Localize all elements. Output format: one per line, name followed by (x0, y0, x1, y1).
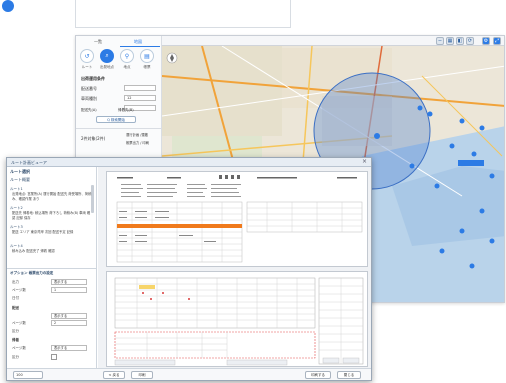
option-label: 区分 (12, 329, 19, 333)
plan-link[interactable]: 運行計画 /運搬 (126, 132, 148, 137)
close-button[interactable]: 閉じる (337, 371, 361, 379)
options-heading: オプション 帳票出力の設定 (10, 271, 54, 275)
route-icon[interactable]: ↺ (80, 49, 94, 63)
option-label: 日付 (12, 296, 19, 300)
option-select[interactable]: 表示する (51, 279, 87, 285)
option-label: 配送 (12, 306, 19, 310)
grid-icon[interactable]: ▦ (446, 37, 454, 45)
option-input[interactable]: 1 (51, 287, 87, 293)
option-select[interactable]: 表示する (51, 345, 87, 351)
close-icon[interactable]: × (361, 159, 368, 166)
back-button[interactable]: < 戻る (103, 371, 125, 379)
settings-icon[interactable]: ⚙ (482, 37, 490, 45)
option-label: ページ数 (12, 321, 26, 325)
app-logo-icon (2, 0, 14, 12)
refresh-icon[interactable]: ⟳ (466, 37, 474, 45)
report-page-2-content (114, 277, 364, 366)
nav-route-label: ルート (81, 65, 93, 69)
route-block-text: 配送先 帰着地: 積込場所 荷下ろし 荷積み(B) 車両 確認 記録 保存 (12, 211, 91, 220)
document-preview (98, 167, 371, 368)
option-label: 出力 (12, 280, 19, 284)
print-link[interactable]: 帳票出力 / 印刷 (126, 140, 149, 145)
check-b[interactable]: 帰着先(B) (118, 108, 134, 113)
zoom-out-icon[interactable]: − (436, 37, 444, 45)
report-page-2 (106, 271, 368, 367)
tab-map[interactable]: 地図 (134, 39, 142, 45)
document-sidebar: ルート選択 ルート概要 ルート1 出発地点: 営業所(A) 運行開始 配送先 荷… (7, 167, 97, 368)
field-label: 配送番号 (81, 86, 97, 91)
top-card (75, 0, 291, 28)
search-icon[interactable]: ⌕ (100, 49, 114, 63)
option-select[interactable]: 表示する (51, 313, 87, 319)
document-footer: 100 < 戻る 印刷 印刷する 閉じる (7, 368, 371, 380)
nav-point-label: 地点 (123, 65, 131, 69)
option-label: 帰着 (12, 338, 19, 342)
zoom-select[interactable]: 100 (13, 371, 43, 379)
route-block-text: 配送 エリア 東京湾岸 次回 配送予定 記録 (12, 230, 74, 234)
section-title: 出荷運用条件 (81, 76, 105, 81)
option-label: ページ数 (12, 288, 26, 292)
layer-icon[interactable]: ◧ (456, 37, 464, 45)
report-page-1-content (116, 175, 363, 263)
sidebar-subheading: ルート概要 (10, 177, 30, 182)
nav-origin-label: 出発地点 (100, 65, 114, 69)
pin-icon[interactable]: ⚲ (120, 49, 134, 63)
option-checkbox[interactable] (51, 354, 57, 360)
result-count: 2件対象(2件) (81, 136, 106, 141)
document-window-title: ルート計画ビューア (7, 158, 371, 167)
check-a[interactable]: 配送先(A) (81, 108, 97, 113)
document-window: ルート計画ビューア × ルート選択 ルート概要 ルート1 出発地点: 営業所(A… (6, 157, 372, 381)
option-label: 区分 (12, 355, 19, 359)
nav-report-label: 帳票 (143, 65, 151, 69)
delivery-number-input[interactable] (124, 85, 156, 91)
print-confirm-button[interactable]: 印刷する (305, 371, 331, 379)
print-button[interactable]: 印刷 (131, 371, 153, 379)
document-icon[interactable]: ▤ (140, 49, 154, 63)
route-block-text: 出発地点: 営業所(A) 運行開始 配送先 荷受場所、荷積み、確認作業 あり (12, 192, 92, 201)
map-toolbar: − ▦ ◧ ⟳ ⚙ ⤢ (162, 36, 504, 46)
vehicle-type-select[interactable]: 12 (124, 95, 156, 101)
field-label: 車両種別 (81, 96, 97, 101)
sidebar-heading: ルート選択 (10, 169, 30, 174)
option-input[interactable]: 2 (51, 320, 87, 326)
tab-list[interactable]: 一覧 (94, 39, 102, 45)
fullscreen-icon[interactable]: ⤢ (493, 37, 501, 45)
option-label: ページ数 (12, 346, 26, 350)
route-block-text: 積み込み 配送完了 帰着 確認 (12, 249, 55, 253)
search-button[interactable]: Q 検索開始 (96, 116, 136, 123)
report-page-1 (106, 171, 368, 267)
